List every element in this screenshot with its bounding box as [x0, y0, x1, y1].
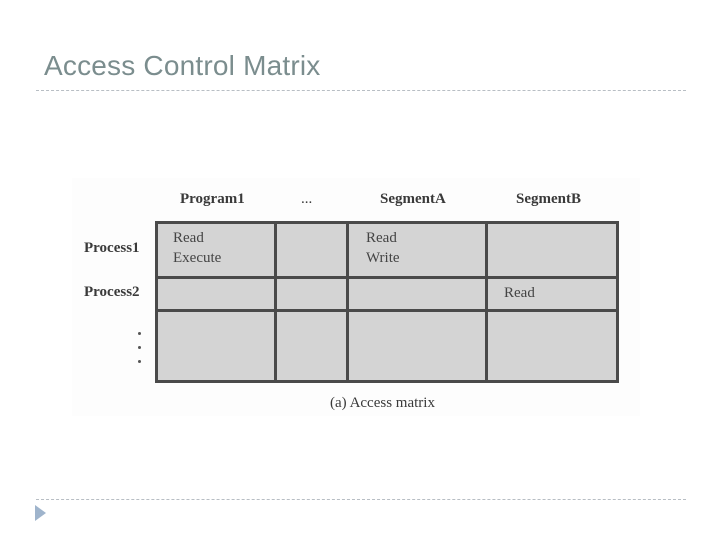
grid-column-divider	[346, 224, 349, 380]
right-execute: Execute	[173, 250, 222, 266]
column-header-ellipsis: ...	[301, 191, 313, 207]
column-header-segmentb: SegmentB	[516, 191, 581, 207]
column-header-program1: Program1	[180, 191, 245, 207]
slide-title: Access Control Matrix	[44, 50, 321, 81]
cell-process2-segmentb: Read	[504, 283, 535, 303]
right-write: Write	[366, 250, 400, 266]
bullet-arrow-icon	[35, 505, 46, 521]
grid-column-divider	[274, 224, 277, 380]
row-header-process2: Process2	[84, 284, 140, 300]
right-read: Read	[366, 230, 397, 246]
title-divider	[36, 90, 686, 91]
footer-divider	[36, 499, 686, 500]
row-header-process1: Process1	[84, 240, 140, 256]
access-matrix-grid: Read Execute Read Write Read	[155, 221, 619, 383]
grid-column-divider	[485, 224, 488, 380]
cell-process1-segmenta: Read Write	[366, 228, 400, 268]
column-header-segmenta: SegmentA	[380, 191, 446, 207]
grid-row-divider	[158, 309, 616, 312]
grid-row-divider	[158, 276, 616, 279]
row-ellipsis	[138, 332, 144, 374]
cell-process1-program1: Read Execute	[173, 228, 221, 268]
figure-caption: (a) Access matrix	[330, 395, 435, 411]
right-read: Read	[504, 285, 535, 301]
access-matrix-figure: Program1 ... SegmentA SegmentB Process1 …	[72, 178, 640, 416]
right-read: Read	[173, 230, 204, 246]
